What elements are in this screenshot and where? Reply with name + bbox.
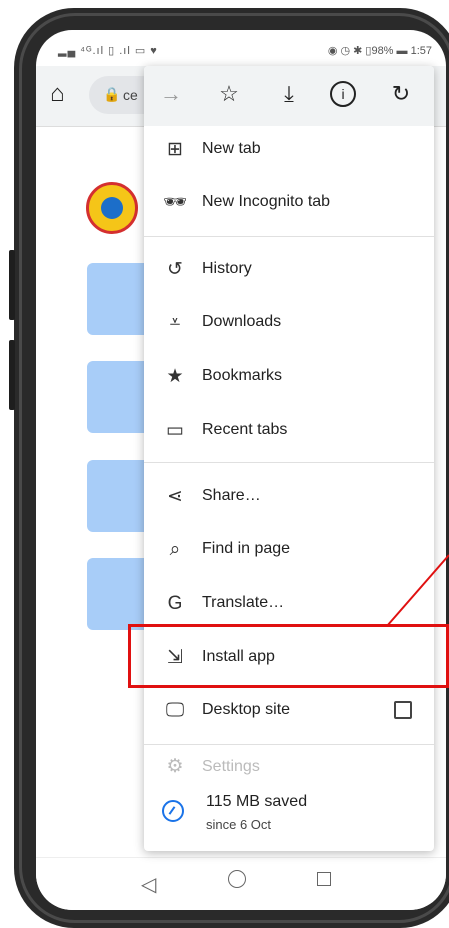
menu-item-label: Translate…: [202, 594, 285, 611]
plus-box-icon: ⊞: [167, 139, 183, 160]
menu-item-label: Share…: [202, 487, 261, 504]
url-text: ce: [123, 87, 138, 103]
reload-icon[interactable]: ↻: [386, 82, 416, 106]
lock-icon: 🔒: [103, 86, 121, 102]
back-icon[interactable]: ◁: [141, 872, 156, 897]
menu-item-settings[interactable]: ⚙ Settings: [144, 758, 434, 776]
download-check-icon: ⩡: [169, 312, 181, 333]
menu-item-share[interactable]: ⋖ Share…: [144, 474, 434, 520]
menu-item-label: Settings: [202, 758, 260, 775]
logo-emblem: [101, 197, 123, 219]
menu-item-recent-tabs[interactable]: ▭ Recent tabs: [144, 408, 434, 454]
menu-item-label: New Incognito tab: [202, 193, 331, 210]
gauge-needle: [168, 806, 176, 815]
forward-arrow-icon[interactable]: →: [156, 82, 186, 106]
menu-item-label: Downloads: [202, 313, 282, 330]
menu-item-new-incognito-tab[interactable]: 🕶 New Incognito tab: [144, 180, 434, 226]
data-saved-amount[interactable]: 115 MB saved: [206, 793, 307, 811]
recents-icon[interactable]: [317, 872, 331, 886]
menu-item-translate[interactable]: G Translate…: [144, 581, 434, 627]
download-icon[interactable]: ⤓: [274, 82, 304, 106]
desktop-icon: 🖵: [165, 700, 185, 721]
home-icon[interactable]: ⌂: [50, 80, 65, 108]
translate-icon: G: [167, 593, 183, 614]
menu-item-label: Desktop site: [202, 701, 291, 718]
menu-divider: [144, 462, 434, 463]
menu-item-downloads[interactable]: ⩡ Downloads: [144, 300, 434, 346]
find-icon: ⌕: [169, 539, 181, 560]
gear-icon: ⚙: [166, 758, 184, 776]
data-saver-gauge-icon: [162, 800, 184, 822]
menu-divider: [144, 744, 434, 745]
menu-item-label: Recent tabs: [202, 421, 288, 438]
menu-item-desktop-site[interactable]: 🖵 Desktop site: [144, 688, 434, 734]
menu-item-find-in-page[interactable]: ⌕ Find in page: [144, 527, 434, 573]
desktop-site-checkbox[interactable]: [394, 701, 412, 719]
menu-item-label: New tab: [202, 140, 261, 157]
status-right-icons: ◉ ◷ ✱ ▯98% ▬ 1:57: [327, 45, 432, 57]
home-circle-icon[interactable]: [228, 870, 246, 888]
incognito-icon: 🕶: [162, 192, 188, 213]
power-button: [9, 340, 15, 410]
android-nav-bar: ◁: [36, 857, 446, 910]
menu-item-bookmarks[interactable]: ★ Bookmarks: [144, 354, 434, 400]
share-icon: ⋖: [167, 486, 183, 507]
bookmark-star-icon[interactable]: ☆: [214, 82, 244, 106]
volume-button: [9, 250, 15, 320]
install-app-highlight-box: [128, 624, 449, 688]
status-left-icons: ▂▄ ⁴ᴳ.ıl ▯ .ıl ▭ ♥: [58, 45, 158, 57]
site-logo: [86, 182, 138, 234]
info-icon[interactable]: i: [330, 81, 356, 107]
menu-item-label: Bookmarks: [202, 367, 283, 384]
menu-item-label: Find in page: [202, 540, 291, 557]
devices-icon: ▭: [166, 420, 184, 441]
star-icon: ★: [166, 366, 184, 387]
data-saved-since: since 6 Oct: [206, 817, 272, 832]
chrome-overflow-menu: → ☆ ⤓ i ↻ ⊞ New tab 🕶 New Incognito tab …: [144, 66, 434, 851]
menu-divider: [144, 236, 434, 237]
menu-item-label: History: [202, 260, 252, 277]
history-icon: ↺: [167, 259, 183, 280]
menu-item-new-tab[interactable]: ⊞ New tab: [144, 127, 434, 173]
menu-toolbar: → ☆ ⤓ i ↻: [144, 66, 434, 126]
status-bar: ▂▄ ⁴ᴳ.ıl ▯ .ıl ▭ ♥ ◉ ◷ ✱ ▯98% ▬ 1:57: [36, 30, 446, 66]
menu-item-history[interactable]: ↺ History: [144, 247, 434, 293]
